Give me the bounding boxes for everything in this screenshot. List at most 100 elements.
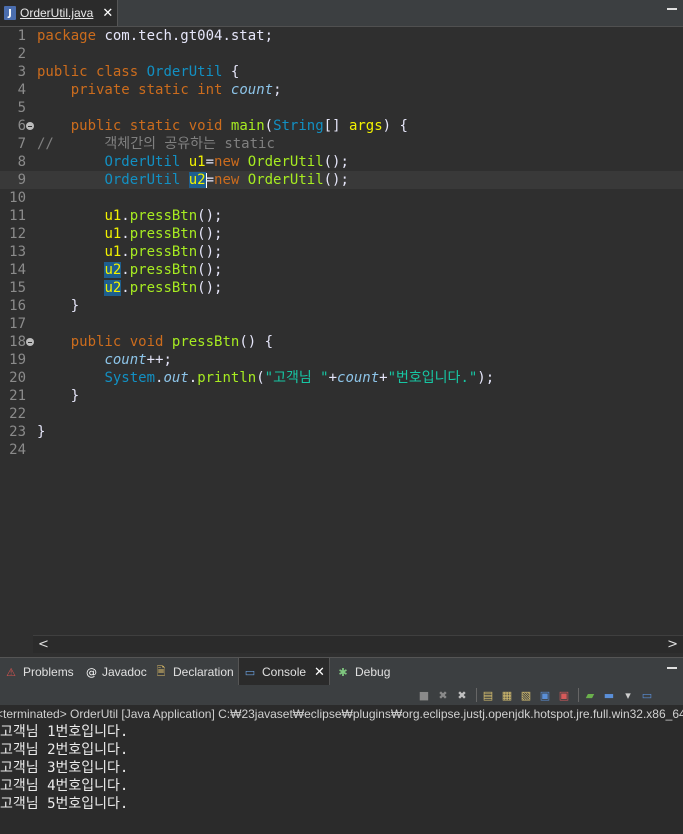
code-line[interactable]: 21 } bbox=[0, 387, 683, 405]
code-line[interactable]: 9 OrderUtil u2=new OrderUtil(); bbox=[0, 171, 683, 189]
code-line[interactable]: 17 bbox=[0, 315, 683, 333]
show-on-stderr-icon[interactable]: ▣ bbox=[557, 688, 571, 702]
code-line[interactable]: 3 public class OrderUtil { bbox=[0, 63, 683, 81]
code-token: OrderUtil bbox=[104, 172, 181, 188]
code-text: u1.pressBtn(); bbox=[37, 225, 222, 243]
code-line[interactable]: 8 OrderUtil u1=new OrderUtil(); bbox=[0, 153, 683, 171]
problems-icon: ⚠ bbox=[6, 665, 16, 679]
code-line[interactable]: 12 u1.pressBtn(); bbox=[0, 225, 683, 243]
console-output-line: 고객님 3번호입니다. bbox=[0, 760, 129, 776]
remove-launch-icon[interactable]: ✖ bbox=[436, 688, 450, 702]
code-line[interactable]: 1 package com.tech.gt004.stat; bbox=[0, 27, 683, 45]
code-line[interactable]: 20 System.out.println("고객님 "+count+"번호입니… bbox=[0, 369, 683, 387]
fold-collapse-icon[interactable] bbox=[26, 122, 34, 130]
code-line[interactable]: 23} bbox=[0, 423, 683, 441]
views-tab-bar: ⚠ Problems @ Javadoc 🗎 Declaration ▭ Console ✕ ✱ D… bbox=[0, 657, 683, 686]
code-line[interactable]: 5 bbox=[0, 99, 683, 117]
remove-all-terminated-icon[interactable]: ✖ bbox=[455, 688, 469, 702]
clear-console-icon[interactable]: ▤ bbox=[481, 688, 495, 702]
code-token: . bbox=[121, 244, 130, 260]
tab-problems[interactable]: ⚠ Problems bbox=[0, 658, 76, 686]
line-number: 2 bbox=[17, 46, 26, 62]
line-number: 19 bbox=[9, 352, 26, 368]
code-token: (); bbox=[197, 262, 223, 278]
code-token: . bbox=[121, 262, 130, 278]
code-line[interactable]: 24 bbox=[0, 441, 683, 459]
line-number: 15 bbox=[9, 280, 26, 296]
code-token: pressBtn bbox=[171, 334, 240, 350]
horizontal-scrollbar[interactable]: < > bbox=[33, 635, 683, 653]
code-line[interactable]: 4 private static int count; bbox=[0, 81, 683, 99]
code-token: pressBtn bbox=[129, 262, 198, 278]
code-line[interactable]: 22 bbox=[0, 405, 683, 423]
open-console-icon[interactable]: ▭ bbox=[640, 688, 654, 702]
code-token: OrderUtil bbox=[146, 64, 223, 80]
code-line[interactable]: 6 public static void main(String[] args)… bbox=[0, 117, 683, 135]
console-launch-header: <terminated> OrderUtil [Java Application… bbox=[0, 705, 683, 724]
code-line[interactable]: 14 u2.pressBtn(); bbox=[0, 261, 683, 279]
word-wrap-icon[interactable]: ▧ bbox=[519, 688, 533, 702]
code-token: } bbox=[37, 388, 80, 404]
code-line[interactable]: 19 count++; bbox=[0, 351, 683, 369]
tab-javadoc[interactable]: @ Javadoc bbox=[82, 658, 147, 686]
show-on-stdout-icon[interactable]: ▣ bbox=[538, 688, 552, 702]
code-text: public void pressBtn() { bbox=[37, 333, 273, 351]
code-editor[interactable]: 1 package com.tech.gt004.stat; 2 3 public cl… bbox=[0, 27, 683, 635]
line-number: 13 bbox=[9, 244, 26, 260]
toolbar-separator bbox=[476, 688, 477, 702]
code-token: public bbox=[70, 118, 122, 134]
fold-collapse-icon[interactable] bbox=[26, 338, 34, 346]
scroll-left-icon[interactable]: < bbox=[38, 637, 49, 652]
code-text: } bbox=[37, 297, 79, 315]
scroll-right-icon[interactable]: > bbox=[667, 637, 678, 652]
code-token: + bbox=[328, 370, 338, 386]
code-token: . bbox=[121, 280, 130, 296]
display-console-icon[interactable]: ▬ bbox=[602, 688, 616, 702]
code-line[interactable]: 16 } bbox=[0, 297, 683, 315]
code-line[interactable]: 13 u1.pressBtn(); bbox=[0, 243, 683, 261]
line-number: 9 bbox=[17, 172, 26, 188]
console-icon: ▭ bbox=[244, 665, 256, 679]
dropdown-icon[interactable]: ▾ bbox=[621, 688, 635, 702]
code-line[interactable]: 15 u2.pressBtn(); bbox=[0, 279, 683, 297]
code-line[interactable]: 10 bbox=[0, 189, 683, 207]
code-token: u2 bbox=[104, 280, 122, 296]
pin-console-icon[interactable]: ▰ bbox=[583, 688, 597, 702]
code-token: "번호입니다." bbox=[387, 370, 478, 386]
code-line[interactable]: 7 // 객체간의 공유하는 static bbox=[0, 135, 683, 153]
editor-tab-orderutil[interactable]: J OrderUtil.java ✕ bbox=[0, 0, 118, 26]
line-number: 16 bbox=[9, 298, 26, 314]
code-token: u2 bbox=[104, 262, 122, 278]
terminate-icon[interactable]: ■ bbox=[417, 688, 431, 702]
tab-console[interactable]: ▭ Console ✕ bbox=[238, 658, 330, 686]
declaration-icon: 🗎 bbox=[156, 664, 166, 678]
code-line[interactable]: 2 bbox=[0, 45, 683, 63]
line-number: 1 bbox=[17, 28, 26, 44]
tab-declaration[interactable]: 🗎 Declaration bbox=[150, 658, 234, 686]
minimize-editor-icon[interactable] bbox=[667, 8, 677, 10]
close-console-tab-icon[interactable]: ✕ bbox=[314, 665, 325, 680]
code-text: } bbox=[37, 387, 79, 405]
minimize-views-icon[interactable] bbox=[667, 667, 677, 669]
tab-debug[interactable]: ✱ Debug bbox=[332, 658, 392, 686]
code-line[interactable]: 11 u1.pressBtn(); bbox=[0, 207, 683, 225]
code-token: (); bbox=[197, 280, 223, 296]
close-tab-icon[interactable]: ✕ bbox=[102, 6, 113, 21]
code-token: . bbox=[121, 208, 130, 224]
line-number: 18 bbox=[9, 334, 26, 350]
code-token: pressBtn bbox=[129, 244, 198, 260]
code-line[interactable]: 18 public void pressBtn() { bbox=[0, 333, 683, 351]
console-output[interactable]: 고객님 1번호입니다. 고객님 2번호입니다. 고객님 3번호입니다. 고객님 4번호… bbox=[0, 723, 683, 834]
view-tab-label: Problems bbox=[23, 665, 74, 679]
scroll-lock-icon[interactable]: ▦ bbox=[500, 688, 514, 702]
code-token: pressBtn bbox=[129, 280, 198, 296]
code-token: . bbox=[121, 226, 130, 242]
